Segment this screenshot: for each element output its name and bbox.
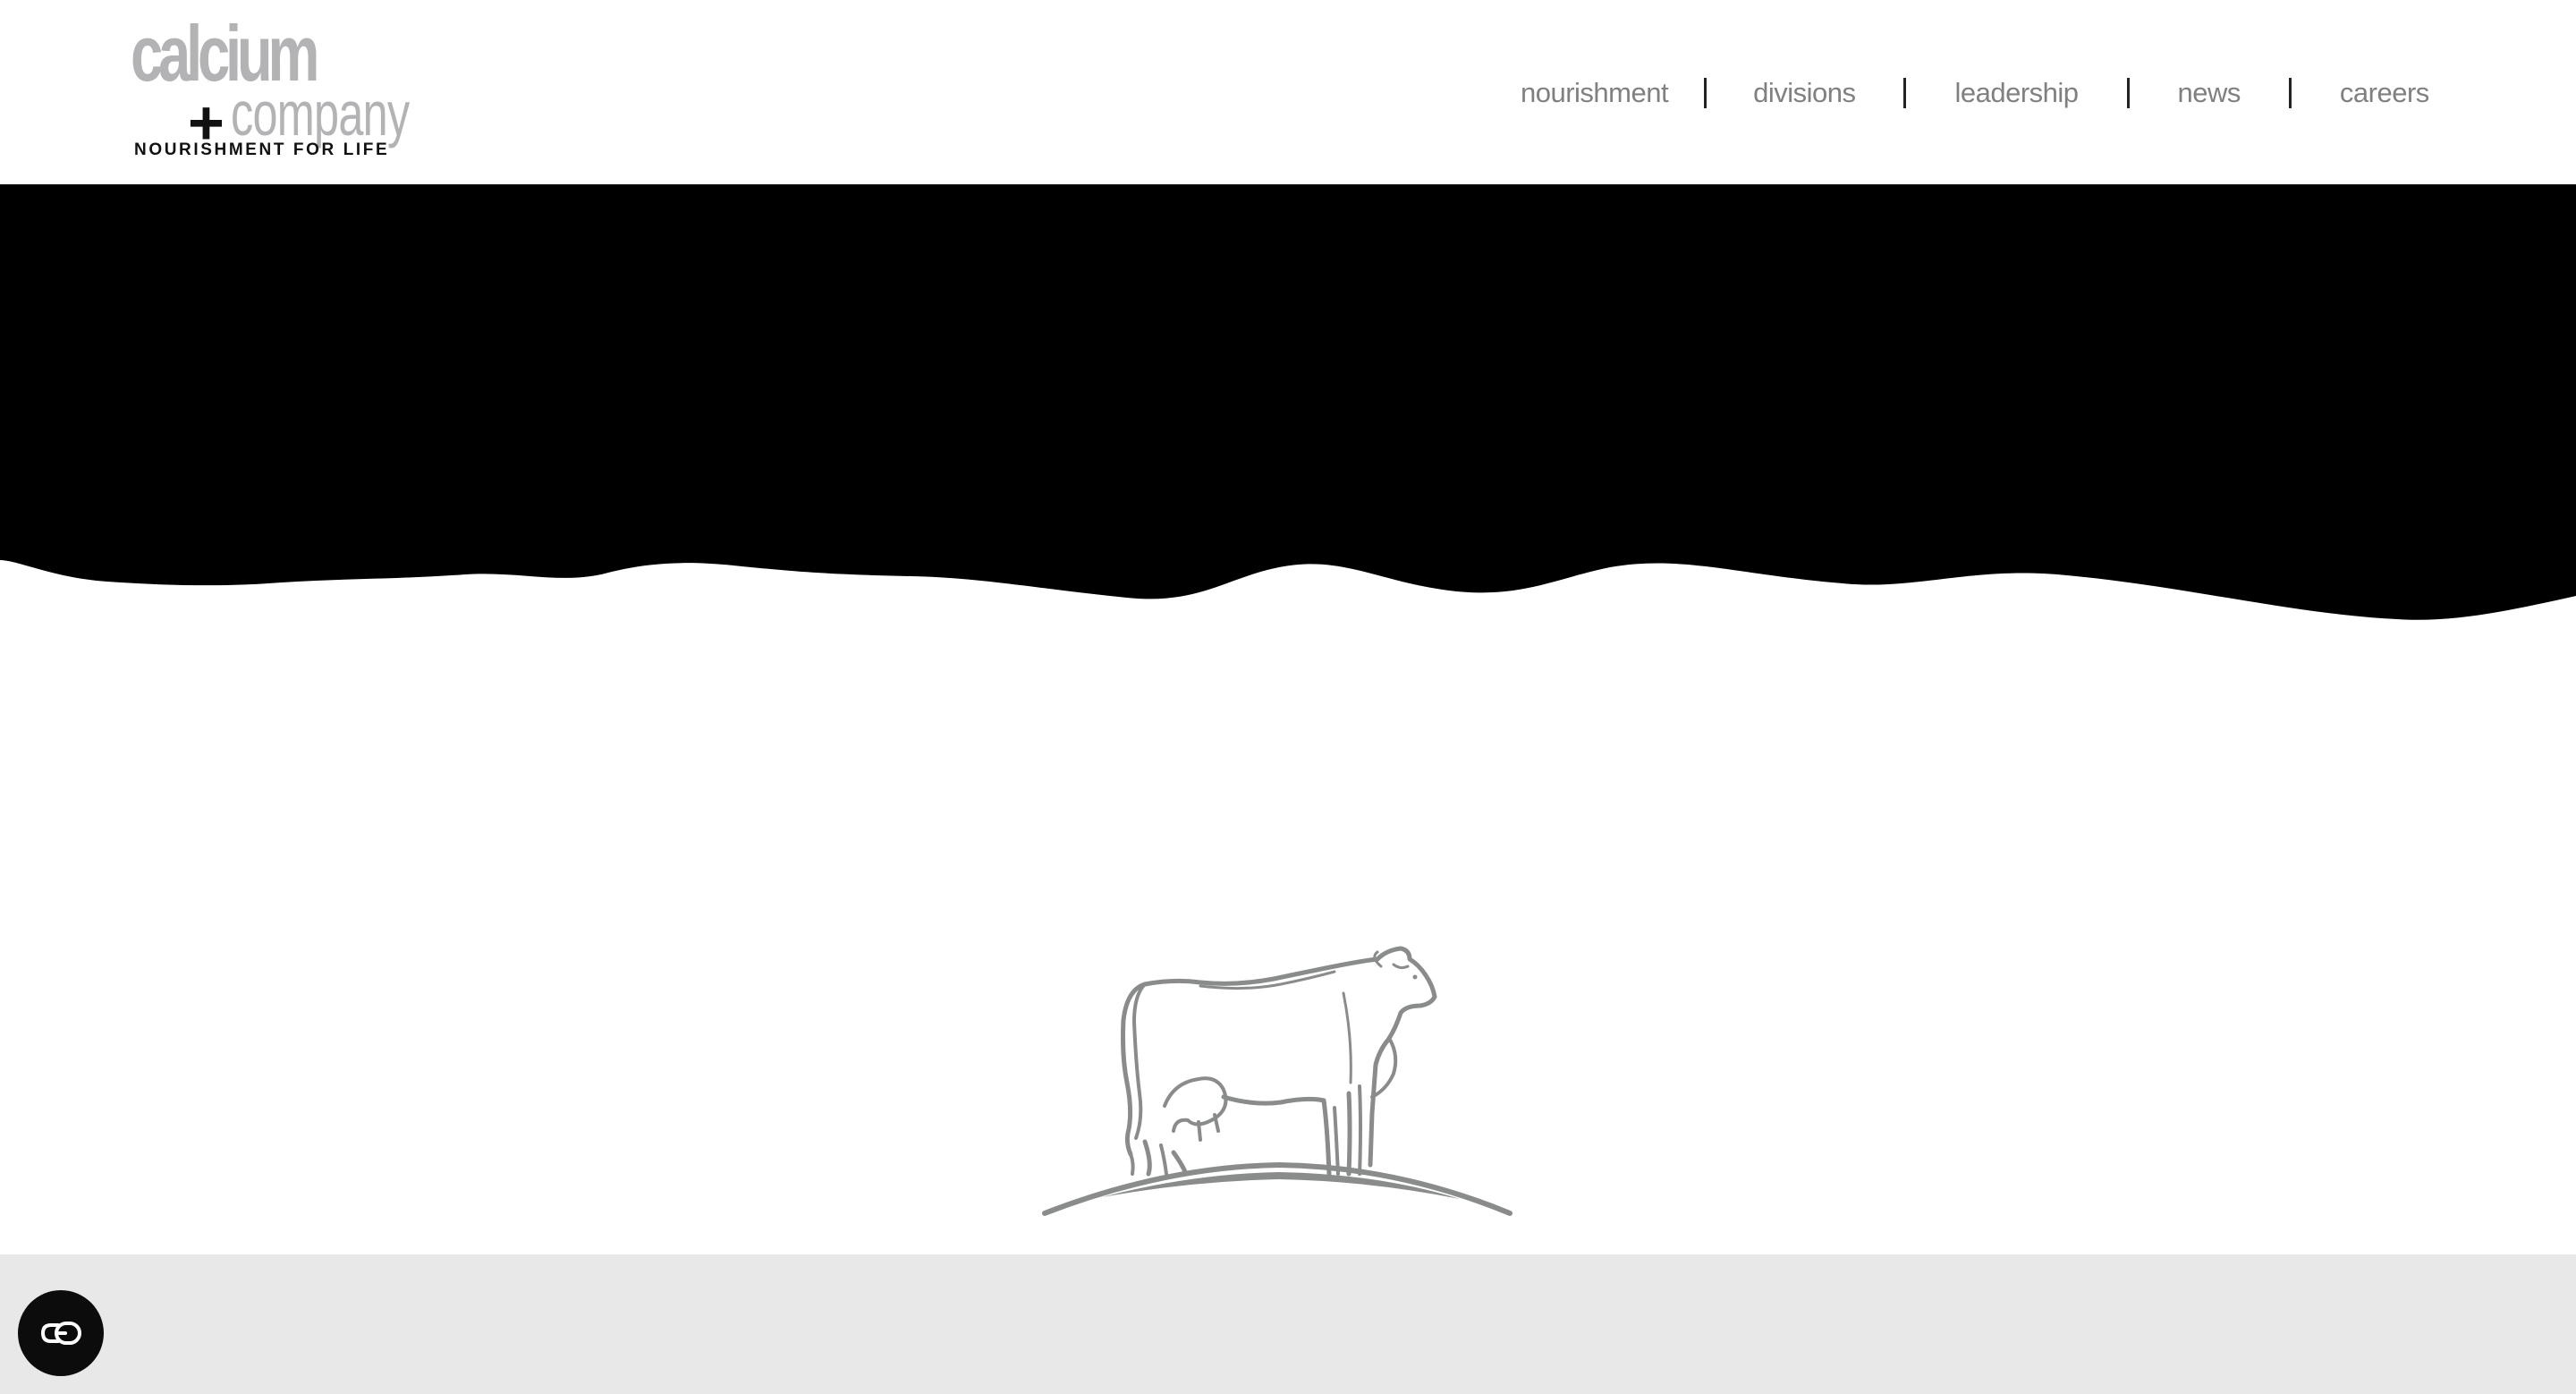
site-header: calcium + company NOURISHMENT FOR LIFE n… bbox=[0, 0, 2576, 184]
nav-item-nourishment[interactable]: nourishment bbox=[1521, 77, 1669, 109]
nav-divider bbox=[1704, 78, 1707, 108]
logo-tagline: NOURISHMENT FOR LIFE bbox=[134, 140, 390, 159]
logo[interactable]: calcium + company NOURISHMENT FOR LIFE bbox=[131, 14, 410, 165]
nav-item-careers[interactable]: careers bbox=[2340, 77, 2429, 109]
page: calcium + company NOURISHMENT FOR LIFE n… bbox=[0, 0, 2576, 1394]
cow-on-hill-icon bbox=[1039, 939, 1513, 1222]
accessibility-button[interactable] bbox=[18, 1290, 104, 1376]
main-nav: nourishment divisions leadership news ca… bbox=[1521, 73, 2429, 113]
nav-divider bbox=[2288, 78, 2292, 108]
nav-item-leadership[interactable]: leadership bbox=[1954, 77, 2079, 109]
nav-divider bbox=[2126, 78, 2130, 108]
hero-wave-shape bbox=[0, 184, 2576, 620]
accessibility-toggle-icon bbox=[40, 1322, 81, 1345]
hero-banner bbox=[0, 184, 2576, 623]
footer-strip bbox=[0, 1254, 2576, 1394]
nav-item-news[interactable]: news bbox=[2178, 77, 2241, 109]
logo-wordmark-company: company bbox=[231, 79, 410, 149]
nav-divider bbox=[1903, 78, 1907, 108]
nav-item-divisions[interactable]: divisions bbox=[1753, 77, 1856, 109]
